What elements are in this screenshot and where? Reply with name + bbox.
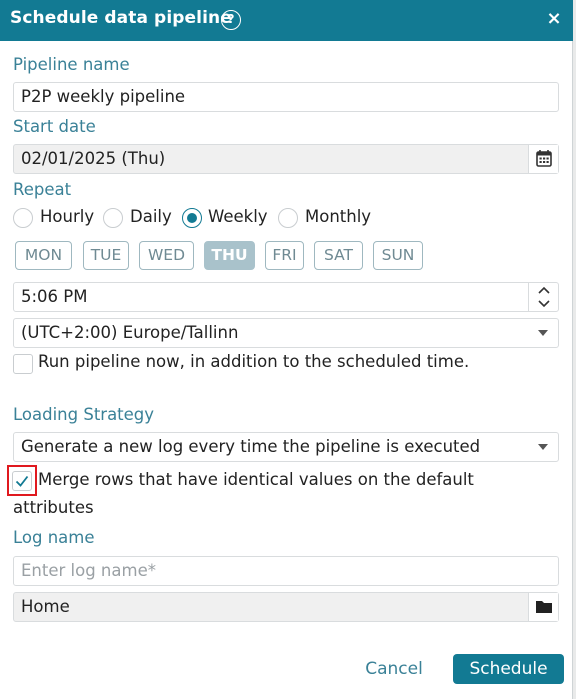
day-toggle-tue[interactable]: TUE <box>83 241 129 270</box>
help-icon[interactable]: ? <box>221 10 241 30</box>
chevron-down-icon <box>538 444 548 450</box>
close-icon[interactable]: × <box>545 7 563 31</box>
day-toggle-mon[interactable]: MON <box>15 241 72 270</box>
chevron-down-icon <box>538 330 548 336</box>
radio-daily[interactable] <box>103 208 123 228</box>
log-name-input[interactable]: Enter log name* <box>13 556 559 586</box>
timezone-value: (UTC+2:00) Europe/Tallinn <box>21 323 239 342</box>
day-toggle-wed[interactable]: WED <box>139 241 194 270</box>
dialog-title: Schedule data pipeline <box>10 8 232 28</box>
loading-strategy-label: Loading Strategy <box>13 405 155 424</box>
radio-weekly[interactable] <box>182 208 202 228</box>
radio-hourly-label[interactable]: Hourly <box>40 207 94 226</box>
checkmark-icon <box>15 475 29 487</box>
calendar-button[interactable] <box>528 145 558 173</box>
log-location-input[interactable]: Home <box>13 592 559 622</box>
cancel-button[interactable]: Cancel <box>357 655 431 683</box>
spinner-up-down-icon <box>538 286 550 308</box>
loading-strategy-select[interactable]: Generate a new log every time the pipeli… <box>13 432 559 462</box>
schedule-dialog: Schedule data pipeline ? × Pipeline name… <box>0 0 573 699</box>
start-date-input[interactable]: 02/01/2025 (Thu) <box>13 144 559 174</box>
browse-folder-button[interactable] <box>528 593 558 621</box>
time-spinner[interactable] <box>528 283 558 311</box>
radio-hourly[interactable] <box>13 208 33 228</box>
log-name-placeholder: Enter log name* <box>21 561 156 580</box>
radio-monthly[interactable] <box>278 208 298 228</box>
log-location-value: Home <box>21 597 70 616</box>
pipeline-name-label: Pipeline name <box>13 55 130 74</box>
radio-monthly-label[interactable]: Monthly <box>305 207 371 226</box>
run-now-label[interactable]: Run pipeline now, in addition to the sch… <box>38 352 469 371</box>
folder-icon <box>536 601 552 613</box>
time-value: 5:06 PM <box>21 287 88 306</box>
calendar-icon <box>536 150 552 167</box>
day-toggle-thu[interactable]: THU <box>204 241 255 270</box>
radio-daily-label[interactable]: Daily <box>130 207 172 226</box>
timezone-select[interactable]: (UTC+2:00) Europe/Tallinn <box>13 318 559 348</box>
day-toggle-fri[interactable]: FRI <box>265 241 304 270</box>
pipeline-name-value: P2P weekly pipeline <box>21 87 186 106</box>
start-date-label: Start date <box>13 117 96 136</box>
merge-rows-label[interactable]: Merge rows that have identical values on… <box>38 470 474 489</box>
pipeline-name-input[interactable]: P2P weekly pipeline <box>13 82 559 112</box>
merge-rows-label-cont[interactable]: attributes <box>13 498 94 517</box>
dialog-titlebar: Schedule data pipeline ? × <box>0 0 573 41</box>
run-now-checkbox[interactable] <box>13 354 33 374</box>
day-toggle-sun[interactable]: SUN <box>373 241 423 270</box>
loading-strategy-value: Generate a new log every time the pipeli… <box>21 437 481 456</box>
time-input[interactable]: 5:06 PM <box>13 282 559 312</box>
log-name-label: Log name <box>13 528 95 547</box>
radio-weekly-label[interactable]: Weekly <box>208 207 268 226</box>
merge-rows-checkbox[interactable] <box>12 471 32 491</box>
day-toggle-sat[interactable]: SAT <box>314 241 363 270</box>
schedule-button[interactable]: Schedule <box>453 654 564 684</box>
start-date-value: 02/01/2025 (Thu) <box>21 149 166 168</box>
repeat-label: Repeat <box>13 180 72 199</box>
